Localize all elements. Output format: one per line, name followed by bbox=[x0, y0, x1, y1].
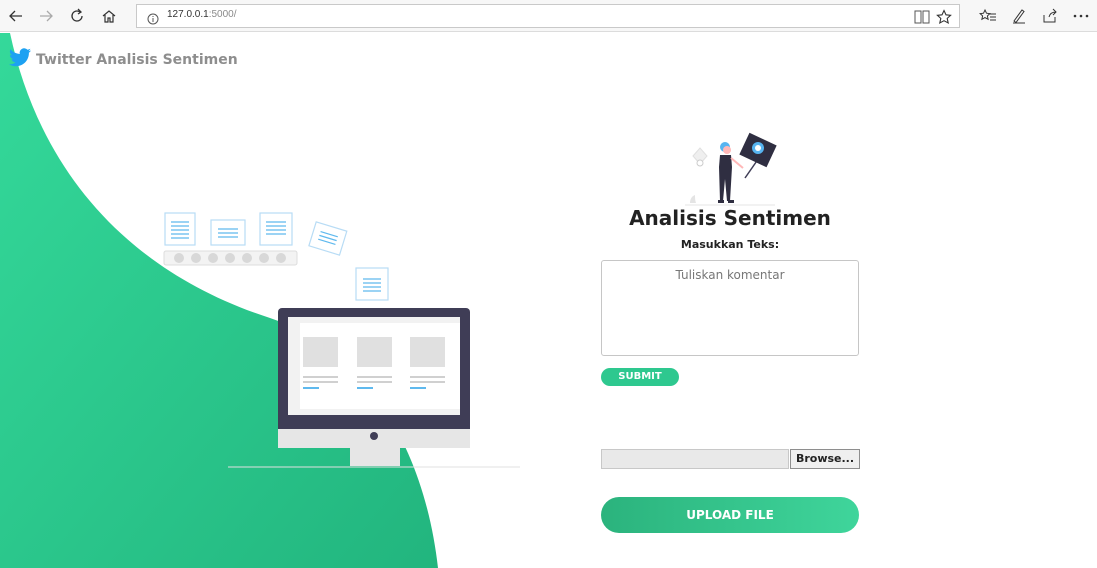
page: Twitter Analisis Sentimen Analisis Senti… bbox=[0, 33, 1097, 568]
address-bar[interactable]: 127.0.0.1:5000/ bbox=[136, 4, 960, 28]
twitter-bird-icon bbox=[8, 47, 32, 73]
forward-icon[interactable] bbox=[34, 4, 58, 28]
info-icon[interactable] bbox=[147, 10, 159, 29]
url-port: :5000/ bbox=[208, 9, 237, 20]
browser-toolbar: 127.0.0.1:5000/ bbox=[0, 0, 1097, 32]
brand-name: Twitter Analisis Sentimen bbox=[36, 52, 238, 68]
page-title: Analisis Sentimen bbox=[629, 206, 831, 230]
input-label: Masukkan Teks: bbox=[680, 238, 780, 251]
monitor-documents-illustration bbox=[163, 212, 520, 468]
comment-textarea[interactable] bbox=[601, 260, 859, 356]
brand[interactable]: Twitter Analisis Sentimen bbox=[8, 47, 238, 73]
upload-file-button[interactable]: UPLOAD FILE bbox=[601, 497, 859, 533]
person-with-sign-illustration bbox=[685, 132, 777, 206]
favorites-icon[interactable] bbox=[976, 4, 1000, 28]
home-icon[interactable] bbox=[97, 4, 121, 28]
url-host: 127.0.0.1 bbox=[167, 9, 209, 20]
reading-view-icon[interactable] bbox=[913, 8, 931, 26]
submit-button[interactable]: SUBMIT bbox=[601, 368, 679, 386]
more-icon[interactable] bbox=[1069, 4, 1093, 28]
browse-button[interactable]: Browse... bbox=[790, 449, 860, 469]
file-path-field[interactable] bbox=[601, 449, 789, 469]
star-icon[interactable] bbox=[935, 8, 953, 26]
back-icon[interactable] bbox=[4, 4, 28, 28]
url-text[interactable]: 127.0.0.1:5000/ bbox=[167, 9, 237, 20]
share-icon[interactable] bbox=[1038, 4, 1062, 28]
pen-icon[interactable] bbox=[1007, 4, 1031, 28]
refresh-icon[interactable] bbox=[65, 4, 89, 28]
